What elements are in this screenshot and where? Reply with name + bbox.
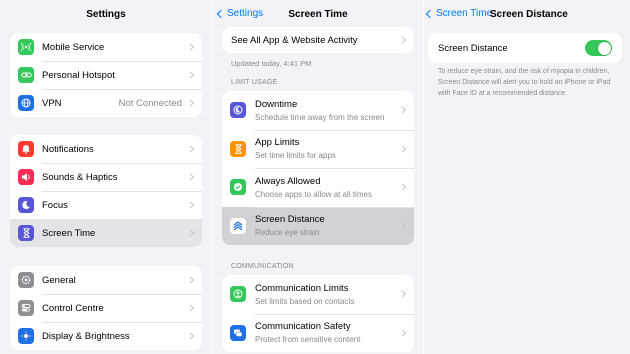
chevron-right-icon (398, 36, 407, 44)
app-limits-subtitle: Set time limits for apps (255, 151, 336, 161)
screen-time-title: Screen Time (288, 9, 348, 20)
sidebar-item-label: Personal Hotspot (42, 69, 115, 81)
screen-time-pane: Settings Screen Time See All App & Websi… (213, 0, 423, 354)
sidebar-item-general[interactable]: General (10, 266, 202, 294)
antenna-icon (18, 39, 34, 55)
sidebar-item-notifications[interactable]: Notifications (10, 135, 202, 163)
sidebar-item-label: Sounds & Haptics (42, 171, 118, 183)
sidebar-item-label: Screen Time (42, 227, 96, 239)
sidebar-item-label: Mobile Service (42, 41, 105, 53)
chevron-right-icon (186, 145, 195, 153)
screen-distance-toggle-row: Screen Distance (428, 33, 622, 63)
chevron-right-icon (186, 201, 195, 209)
communication-safety-title: Communication Safety (255, 321, 351, 333)
back-button[interactable]: Screen Time (425, 8, 493, 19)
downtime-icon (230, 102, 246, 118)
sidebar-item-screen-time[interactable]: Screen Time (10, 219, 202, 247)
bell-icon (18, 141, 34, 157)
chevron-left-icon (425, 9, 435, 18)
sidebar-item-display-brightness[interactable]: Display & Brightness (10, 322, 202, 350)
gear-icon (18, 272, 34, 288)
sidebar-item-label: Focus (42, 199, 68, 211)
screen-distance-toggle[interactable] (585, 40, 612, 56)
chevron-right-icon (186, 173, 195, 181)
link-icon (18, 67, 34, 83)
communication-group: Communication Limits Set limits based on… (222, 275, 414, 352)
sidebar-item-label: Display & Brightness (42, 330, 130, 342)
screen-distance-page-title: Screen Distance (490, 9, 568, 20)
screen-distance-toggle-group: Screen Distance (428, 33, 622, 63)
sidebar-item-mobile-service[interactable]: Mobile Service (10, 33, 202, 61)
communication-safety-subtitle: Protect from sensitive content (255, 335, 361, 345)
sidebar-item-label: VPN (42, 97, 62, 109)
settings-group-attention: Notifications Sounds & Haptics Focus Scr… (10, 135, 202, 247)
sidebar-item-label: General (42, 274, 76, 286)
see-all-activity-label: See All App & Website Activity (231, 34, 358, 46)
settings-title: Settings (86, 9, 126, 20)
settings-sidebar: Settings Mobile Service Personal Hotspot… (0, 0, 212, 354)
screen-distance-subtitle: Reduce eye strain (255, 228, 320, 238)
communication-limits-subtitle: Set limits based on contacts (255, 296, 355, 306)
communication-limits-title: Communication Limits (255, 282, 349, 294)
screen-distance-description: To reduce eye strain, and the risk of my… (438, 68, 611, 97)
chevron-right-icon (186, 99, 195, 107)
screen-distance-pane: Screen Time Screen Distance Screen Dista… (424, 0, 630, 354)
downtime-row[interactable]: Downtime Schedule time away from the scr… (222, 91, 414, 130)
chevron-right-icon (186, 43, 195, 51)
communication-limits-row[interactable]: Communication Limits Set limits based on… (222, 275, 414, 314)
chevron-right-icon (186, 276, 195, 284)
sidebar-item-sounds-haptics[interactable]: Sounds & Haptics (10, 163, 202, 191)
updated-timestamp: Updated today, 4:41 PM (231, 59, 312, 68)
sidebar-item-vpn[interactable]: VPN Not Connected (10, 89, 202, 117)
switches-icon (18, 300, 34, 316)
limit-usage-group: Downtime Schedule time away from the scr… (222, 91, 414, 245)
chevrons-up-icon (230, 217, 246, 234)
moon-icon (18, 197, 34, 213)
always-allowed-title: Always Allowed (255, 175, 321, 187)
sidebar-item-focus[interactable]: Focus (10, 191, 202, 219)
sidebar-item-control-centre[interactable]: Control Centre (10, 294, 202, 322)
chevron-right-icon (186, 71, 195, 79)
settings-group-general: General Control Centre Display & Brightn… (10, 266, 202, 350)
app-limits-title: App Limits (255, 137, 300, 149)
communication-header: COMMUNICATION (231, 263, 294, 270)
downtime-subtitle: Schedule time away from the screen (255, 112, 385, 122)
screen-distance-toggle-label: Screen Distance (438, 42, 508, 54)
screen-distance-title: Screen Distance (255, 214, 325, 226)
speaker-icon (18, 169, 34, 185)
vpn-status-value: Not Connected (118, 97, 182, 109)
chevron-right-icon (186, 229, 195, 237)
limit-usage-header: LIMIT USAGE (231, 79, 278, 86)
always-allowed-subtitle: Choose apps to allow at all times (255, 189, 372, 199)
see-all-group: See All App & Website Activity (222, 27, 414, 53)
checkmark-icon (230, 179, 246, 195)
settings-group-connectivity: Mobile Service Personal Hotspot VPN Not … (10, 33, 202, 117)
sun-icon (18, 328, 34, 344)
person-icon (230, 286, 246, 302)
downtime-title: Downtime (255, 98, 298, 110)
globe-icon (18, 95, 34, 111)
chevron-right-icon (186, 332, 195, 340)
app-limits-row[interactable]: App Limits Set time limits for apps (222, 129, 414, 169)
see-all-activity-row[interactable]: See All App & Website Activity (222, 27, 414, 53)
hourglass-icon (18, 225, 34, 241)
sidebar-item-label: Control Centre (42, 302, 104, 314)
back-button-label: Screen Time (436, 8, 493, 19)
screen-distance-row[interactable]: Screen Distance Reduce eye strain (222, 206, 414, 245)
communication-safety-row[interactable]: Communication Safety Protect from sensit… (222, 313, 414, 353)
chevron-right-icon (186, 304, 195, 312)
hourglass-icon (230, 140, 246, 157)
sidebar-item-label: Notifications (42, 143, 94, 155)
message-icon (230, 324, 246, 341)
sidebar-item-personal-hotspot[interactable]: Personal Hotspot (10, 61, 202, 89)
always-allowed-row[interactable]: Always Allowed Choose apps to allow at a… (222, 168, 414, 207)
